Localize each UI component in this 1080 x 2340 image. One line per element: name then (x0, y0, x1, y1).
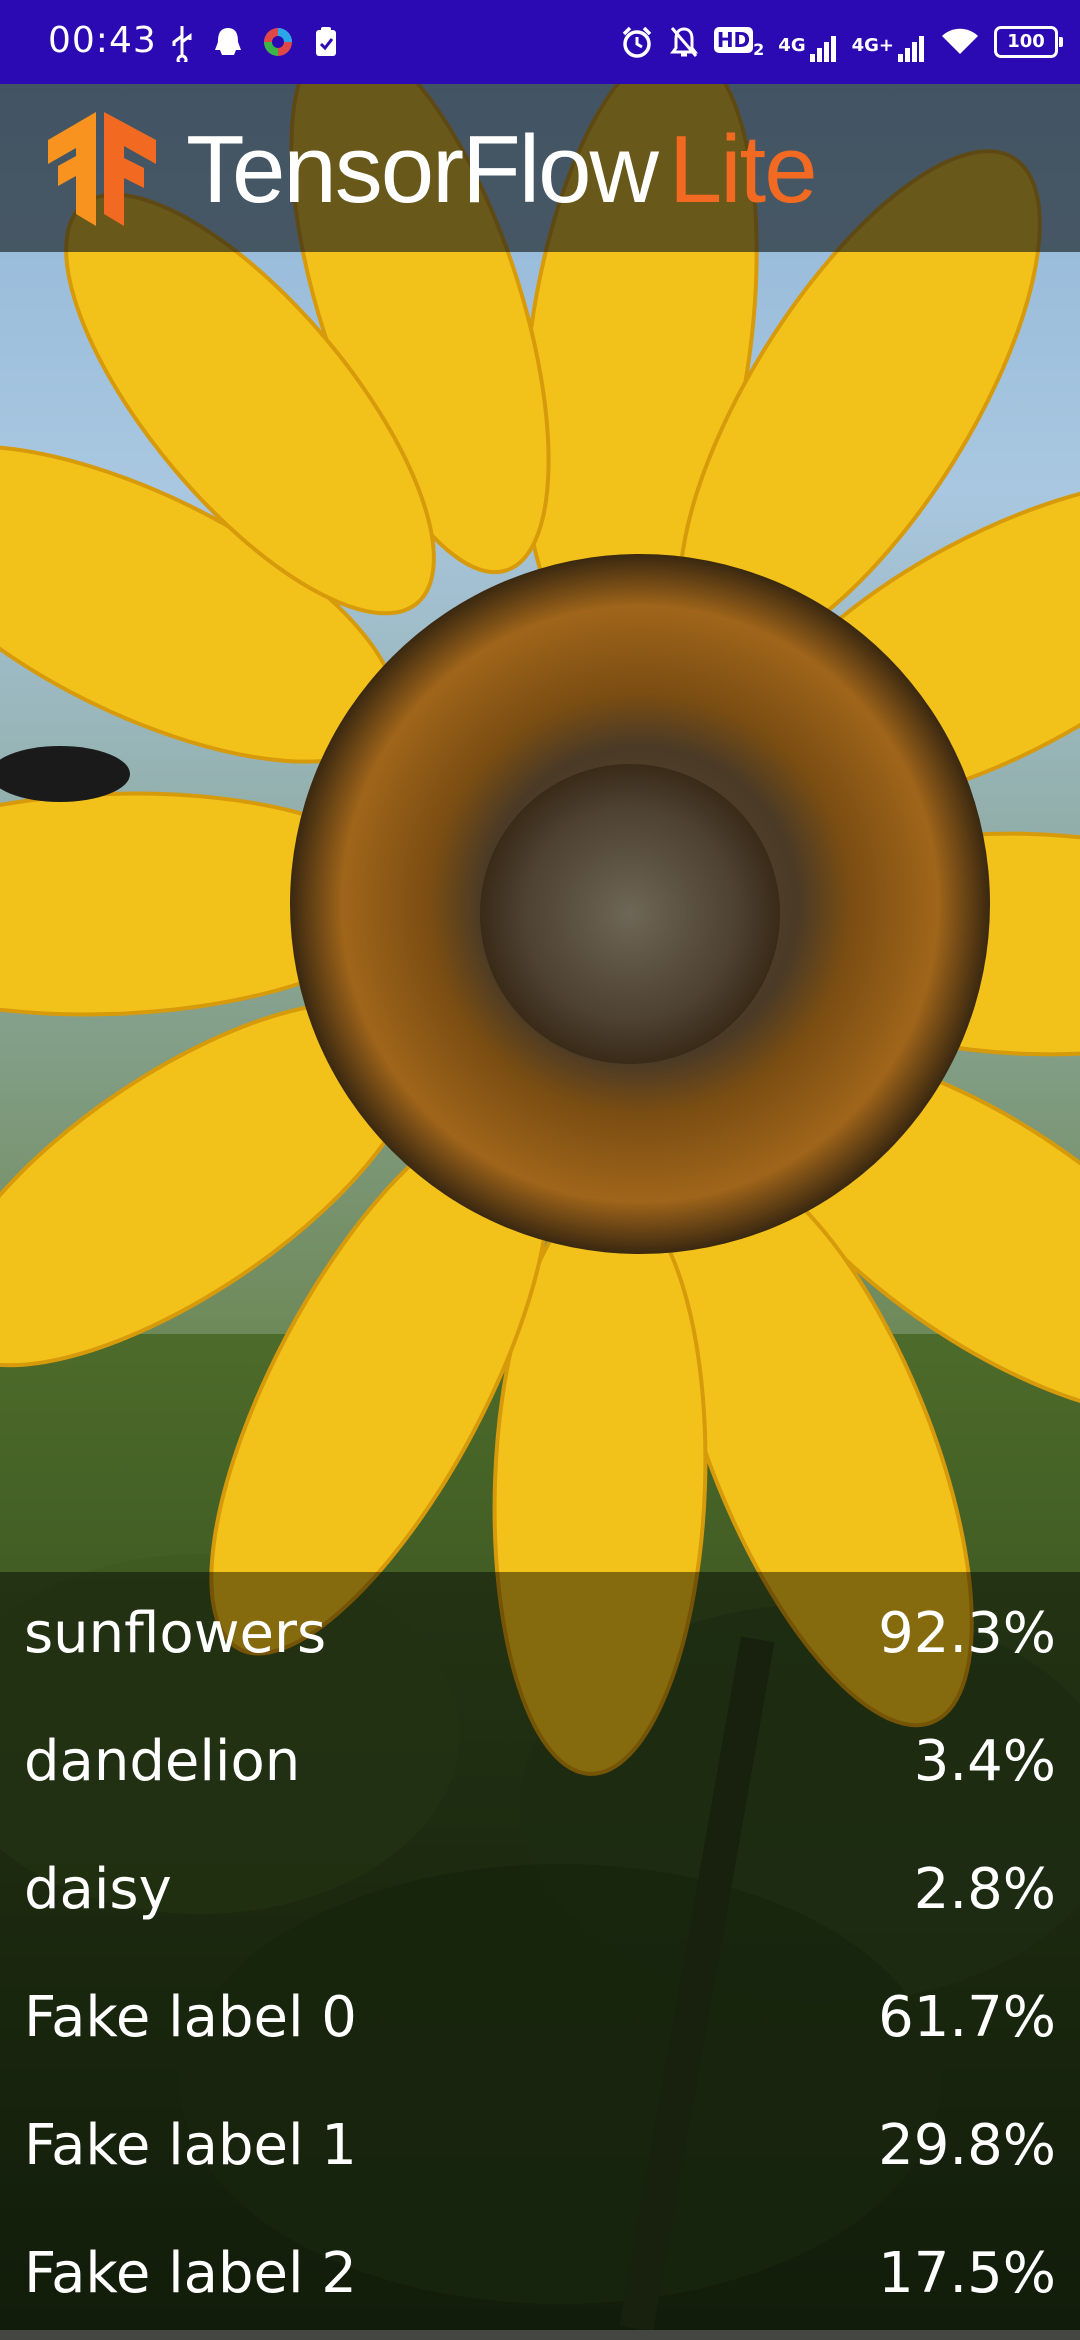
result-row: Fake label 1 29.8% (0, 2084, 1080, 2212)
signal-4g-icon: 4G (778, 22, 837, 62)
result-row: dandelion 3.4% (0, 1700, 1080, 1828)
tensorflow-logo-icon (48, 112, 156, 226)
result-score: 61.7% (878, 1985, 1056, 2050)
status-right-icons: HD 2 4G 4G+ 100 (620, 22, 1063, 62)
status-left-icons (168, 22, 340, 62)
result-score: 29.8% (878, 2113, 1056, 2178)
results-panel: sunflowers 92.3% dandelion 3.4% daisy 2.… (0, 1572, 1080, 2340)
usb-icon (168, 22, 196, 62)
result-row: Fake label 2 17.5% (0, 2212, 1080, 2340)
result-label: Fake label 1 (24, 2113, 357, 2178)
app-title: TensorFlow Lite (186, 122, 818, 218)
brand-main-text: TensorFlow (186, 116, 659, 223)
signal-4g-plus-icon: 4G+ (852, 22, 926, 62)
app-switch-icon (260, 22, 296, 62)
result-label: sunflowers (24, 1601, 327, 1666)
result-label: Fake label 2 (24, 2241, 357, 2306)
result-score: 92.3% (878, 1601, 1056, 1666)
app-header: TensorFlow Lite (0, 84, 1080, 252)
result-label: daisy (24, 1857, 172, 1922)
notifications-off-icon (668, 22, 700, 62)
result-score: 3.4% (913, 1729, 1056, 1794)
result-row: sunflowers 92.3% (0, 1572, 1080, 1700)
clipboard-check-icon (312, 22, 340, 62)
result-score: 2.8% (913, 1857, 1056, 1922)
status-bar: 00:43 HD 2 4G 4G+ 100 (0, 0, 1080, 84)
result-label: dandelion (24, 1729, 301, 1794)
result-score: 17.5% (878, 2241, 1056, 2306)
result-label: Fake label 0 (24, 1985, 357, 2050)
home-indicator[interactable] (0, 2330, 1080, 2340)
result-row: Fake label 0 61.7% (0, 1956, 1080, 2084)
brand-lite-text: Lite (668, 116, 818, 223)
alarm-icon (620, 22, 654, 62)
wifi-icon (940, 22, 980, 62)
status-time: 00:43 (48, 20, 157, 61)
qq-icon (212, 22, 244, 62)
result-row: daisy 2.8% (0, 1828, 1080, 1956)
battery-icon: 100 (994, 26, 1063, 58)
hd-voice-icon: HD 2 (713, 22, 764, 62)
